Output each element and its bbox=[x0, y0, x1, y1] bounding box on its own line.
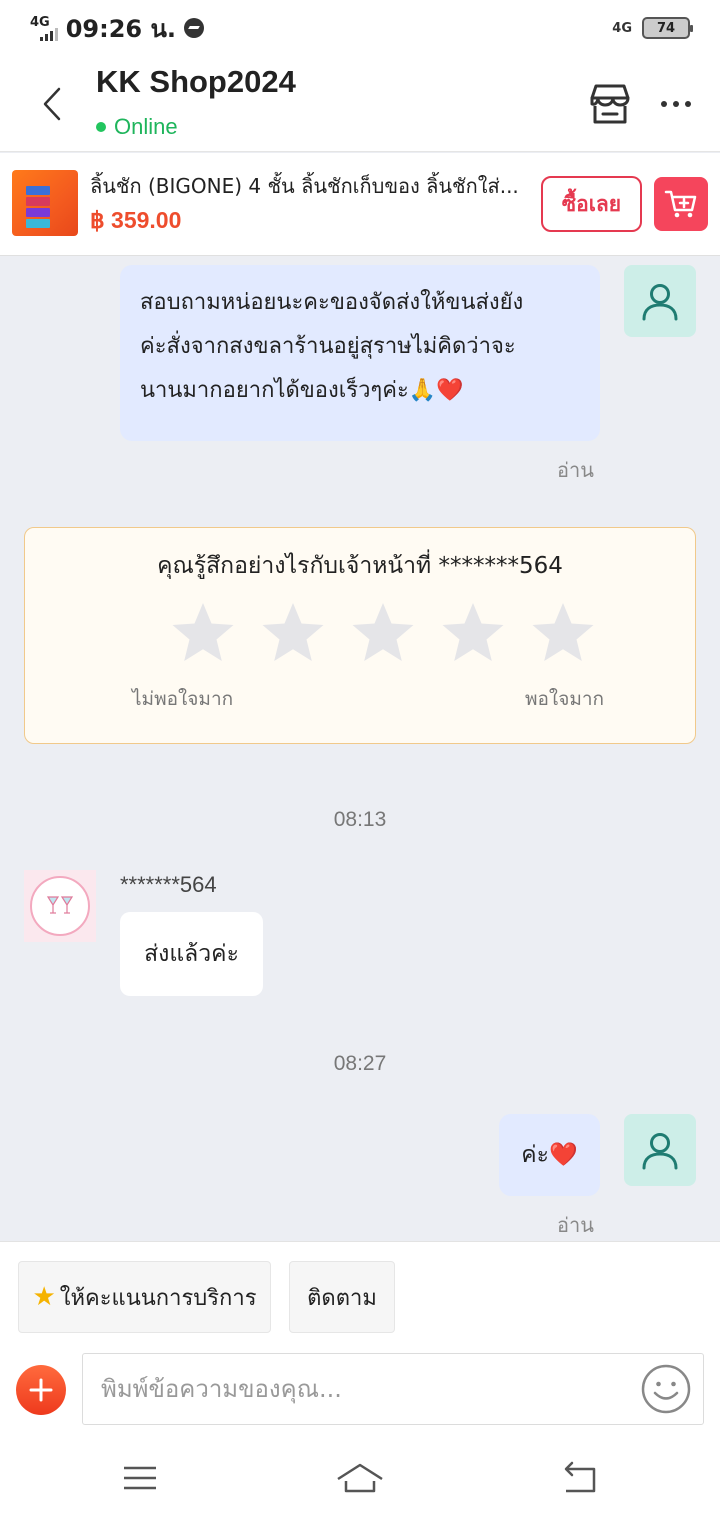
product-thumbnail[interactable] bbox=[12, 170, 78, 236]
online-label: Online bbox=[114, 114, 178, 139]
read-receipt: อ่าน bbox=[557, 1213, 594, 1237]
star-icon[interactable] bbox=[260, 600, 326, 666]
home-icon bbox=[337, 1463, 383, 1493]
message-line: สอบถามหน่อยนะคะของจัดส่งให้ขนส่งยัง bbox=[140, 290, 524, 315]
back-nav-button[interactable] bbox=[556, 1456, 604, 1500]
read-receipt: อ่าน bbox=[557, 458, 594, 482]
shop-logo bbox=[30, 876, 90, 936]
menu-nav-button[interactable] bbox=[116, 1456, 164, 1500]
menu-icon bbox=[124, 1466, 156, 1490]
product-bar[interactable]: ลิ้นชัก (BIGONE) 4 ชั้น ลิ้นชักเก็บของ ล… bbox=[0, 153, 720, 256]
outgoing-message-bubble[interactable]: สอบถามหน่อยนะคะของจัดส่งให้ขนส่งยัง ค่ะส… bbox=[120, 265, 600, 441]
network-type: 4G bbox=[30, 14, 50, 30]
glasses-icon bbox=[46, 896, 74, 914]
battery-level: 74 bbox=[656, 20, 676, 36]
user-icon bbox=[642, 284, 678, 321]
dot-icon bbox=[685, 101, 691, 107]
system-nav-bar bbox=[0, 1438, 720, 1520]
star-icon[interactable] bbox=[440, 600, 506, 666]
rating-low-label: ไม่พอใจมาก bbox=[132, 688, 234, 710]
product-title[interactable]: ลิ้นชัก (BIGONE) 4 ชั้น ลิ้นชักเก็บของ ล… bbox=[90, 170, 530, 202]
chip-label: ติดตาม bbox=[307, 1285, 377, 1311]
messenger-icon bbox=[184, 18, 204, 38]
star-icon[interactable] bbox=[530, 600, 596, 666]
attach-button[interactable] bbox=[16, 1365, 66, 1415]
message-line: ค่ะสั่งจากสงขลาร้านอยู่สุราษไม่คิดว่าจะ bbox=[140, 334, 516, 359]
dot-icon bbox=[673, 101, 679, 107]
online-status: Online bbox=[96, 114, 178, 140]
star-icon: ★ bbox=[32, 1282, 56, 1312]
buy-now-button[interactable]: ซื้อเลย bbox=[541, 176, 642, 232]
user-icon bbox=[642, 1133, 678, 1170]
star-icon[interactable] bbox=[170, 600, 236, 666]
add-to-cart-button[interactable] bbox=[654, 177, 708, 231]
drawer-shape bbox=[26, 197, 50, 206]
star-rating[interactable] bbox=[170, 600, 596, 666]
back-button[interactable] bbox=[32, 82, 72, 126]
message-line: นานมากอยากได้ของเร็วๆค่ะ🙏❤️ bbox=[140, 378, 464, 403]
time-separator: 08:27 bbox=[333, 1052, 387, 1075]
drawer-shape bbox=[26, 208, 50, 217]
home-nav-button[interactable] bbox=[336, 1456, 384, 1500]
status-bar: 4G 09:26 น. 4G 74 bbox=[0, 0, 720, 56]
more-options-button[interactable] bbox=[656, 86, 696, 122]
star-icon[interactable] bbox=[350, 600, 416, 666]
store-icon bbox=[590, 84, 630, 124]
drawer-shape bbox=[26, 219, 50, 228]
rating-question: คุณรู้สึกอย่างไรกับเจ้าหน้าที่ *******56… bbox=[157, 553, 563, 579]
chip-label: ให้คะแนนการบริการ bbox=[59, 1285, 257, 1311]
chat-header: KK Shop2024 Online bbox=[0, 56, 720, 152]
dot-icon bbox=[661, 101, 667, 107]
drawer-shape bbox=[26, 186, 50, 195]
rating-high-label: พอใจมาก bbox=[525, 688, 605, 710]
rate-service-chip[interactable]: ★ ให้คะแนนการบริการ bbox=[18, 1261, 271, 1333]
product-price: ฿ 359.00 bbox=[90, 207, 182, 233]
shop-avatar bbox=[24, 870, 96, 942]
smiley-icon bbox=[641, 1364, 691, 1414]
store-button[interactable] bbox=[586, 80, 634, 128]
outgoing-message-bubble[interactable]: ค่ะ❤️ bbox=[499, 1114, 600, 1196]
my-avatar bbox=[624, 1114, 696, 1186]
rating-card: คุณรู้สึกอย่างไรกับเจ้าหน้าที่ *******56… bbox=[24, 527, 696, 744]
incoming-message-bubble[interactable]: ส่งแล้วค่ะ bbox=[120, 912, 263, 996]
my-avatar bbox=[624, 265, 696, 337]
shop-name[interactable]: KK Shop2024 bbox=[96, 64, 296, 100]
status-right: 4G 74 bbox=[612, 17, 693, 39]
emoji-button[interactable] bbox=[641, 1364, 691, 1414]
sender-name: *******564 bbox=[120, 872, 217, 897]
message-text: ส่งแล้วค่ะ bbox=[144, 941, 239, 967]
follow-chip[interactable]: ติดตาม bbox=[289, 1261, 395, 1333]
online-dot-icon bbox=[96, 122, 106, 132]
status-left: 4G 09:26 น. bbox=[30, 9, 204, 48]
plus-icon bbox=[29, 1378, 53, 1402]
clock: 09:26 น. bbox=[65, 14, 176, 43]
time-separator: 08:13 bbox=[333, 808, 387, 831]
message-input-box bbox=[82, 1353, 704, 1425]
chevron-left-icon bbox=[43, 87, 61, 121]
message-input[interactable] bbox=[101, 1368, 631, 1410]
return-icon bbox=[564, 1461, 596, 1493]
cart-plus-icon bbox=[664, 190, 697, 218]
message-text: ค่ะ❤️ bbox=[521, 1142, 578, 1168]
network-type-right: 4G bbox=[612, 20, 632, 36]
battery-icon: 74 bbox=[642, 17, 693, 39]
